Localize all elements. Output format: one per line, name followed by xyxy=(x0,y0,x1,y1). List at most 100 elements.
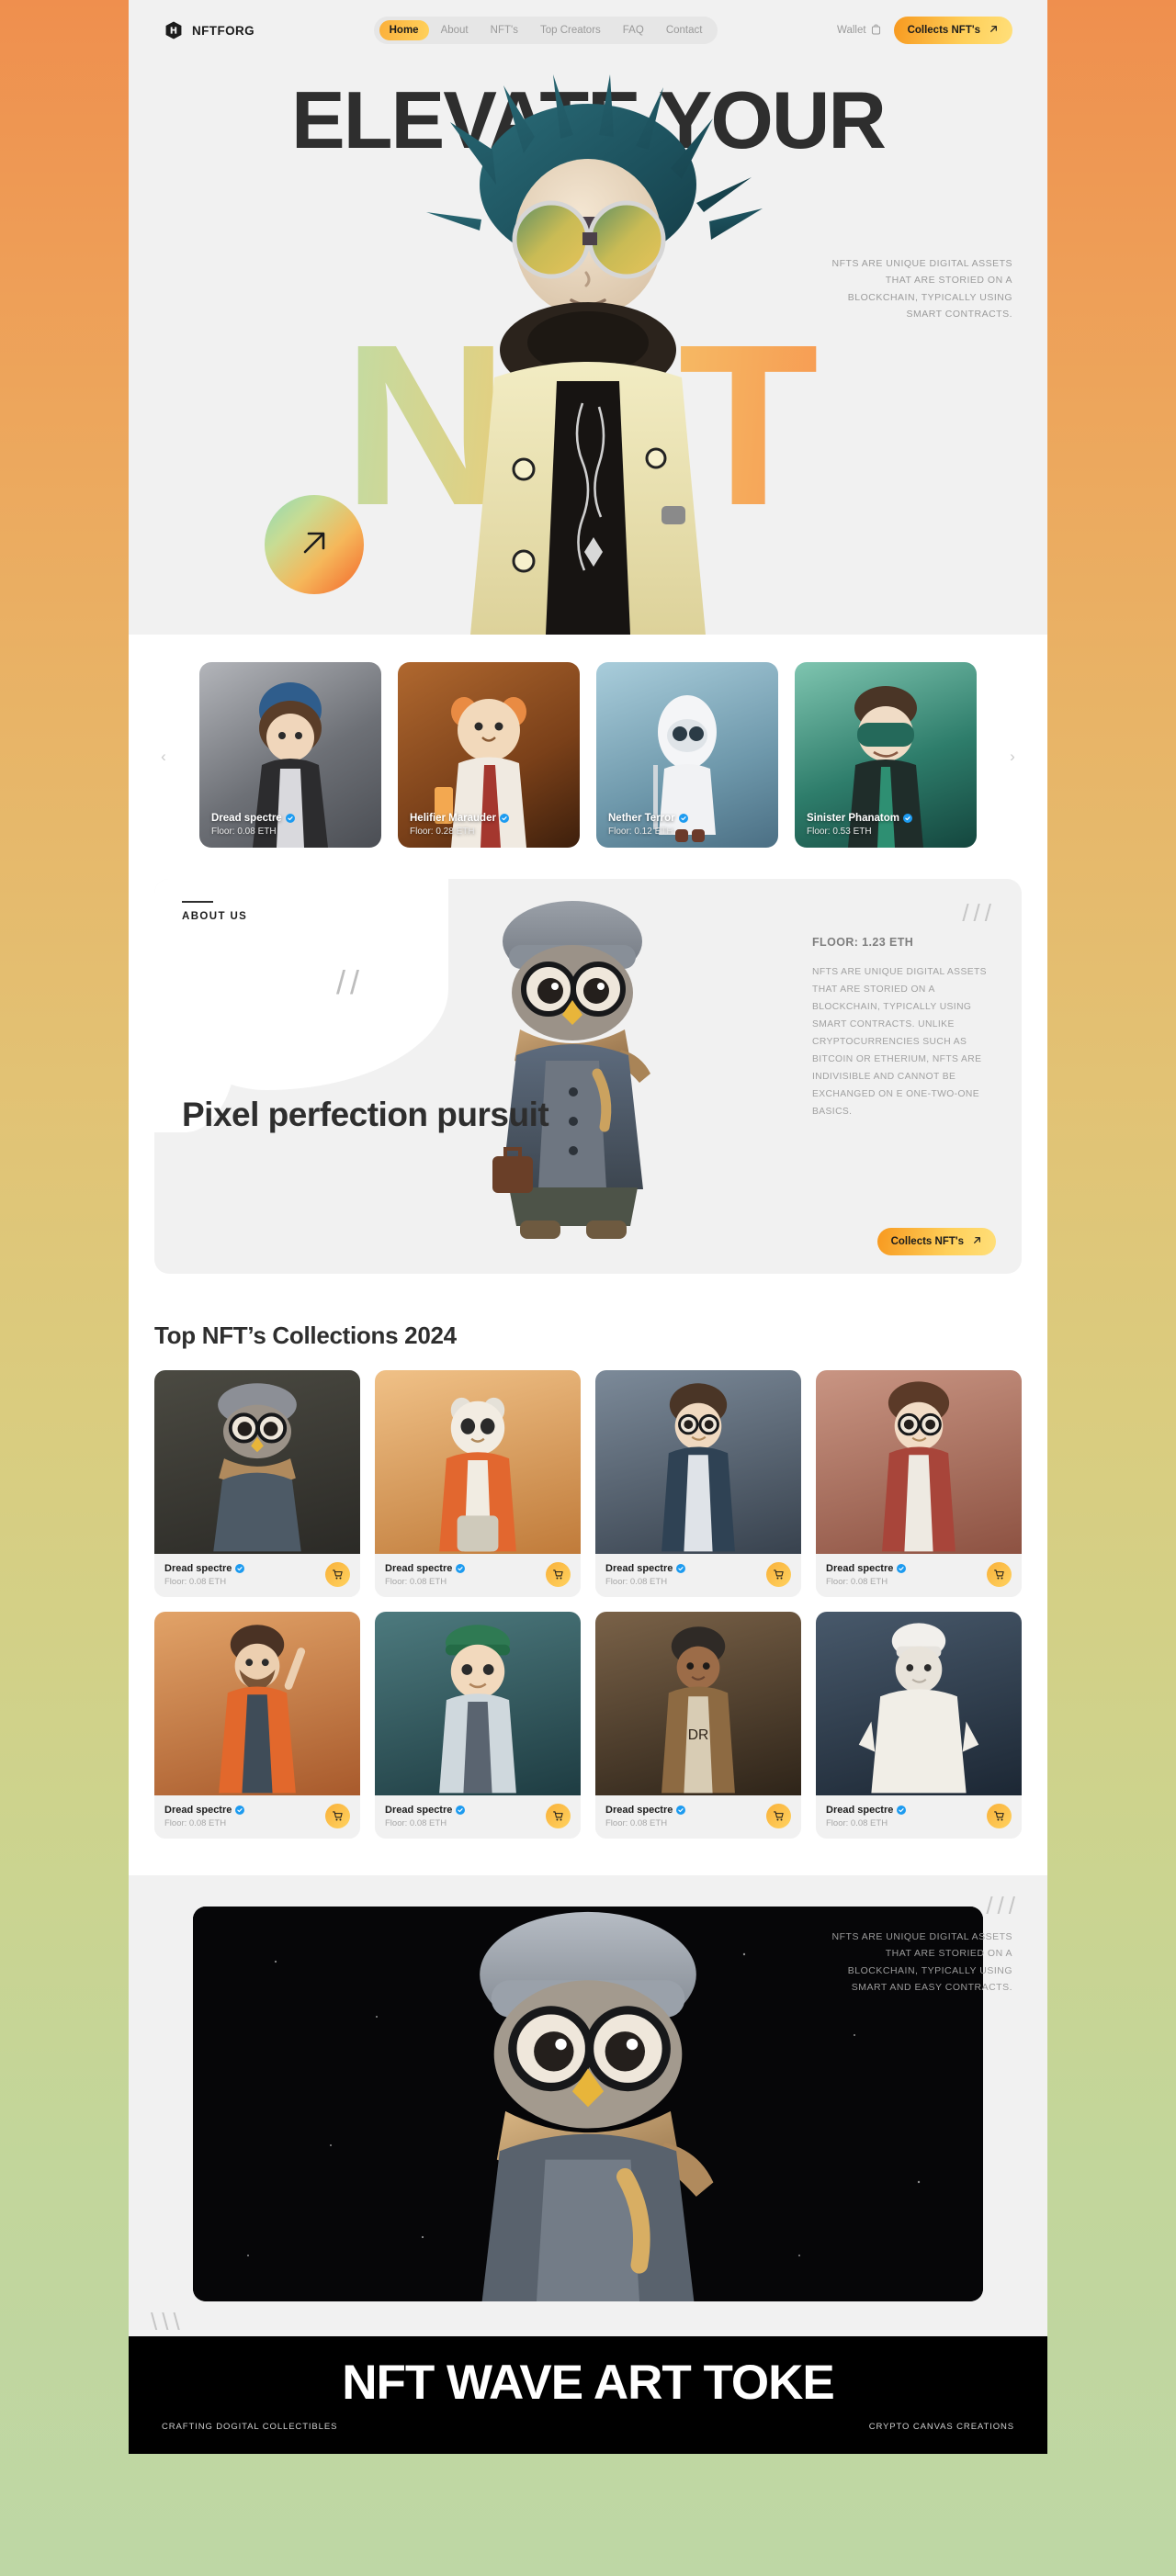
brand[interactable]: NFTFORG xyxy=(164,20,254,40)
showcase-slash-corner: /// xyxy=(986,1892,1020,1919)
footer-left-text: CRAFTING DOGITAL COLLECTIBLES xyxy=(162,2422,338,2432)
collection-card-name: Dread spectre xyxy=(385,1563,546,1574)
about-eyebrow-text: ABOUT US xyxy=(182,911,248,922)
add-to-cart-button[interactable] xyxy=(325,1562,350,1587)
collection-card-name: Dread spectre xyxy=(164,1563,325,1574)
featured-carousel: ‹ › Dread spectre Floor: 0.08 ETH Helifi… xyxy=(129,635,1047,879)
collection-card-text: Dread spectre Floor: 0.08 ETH xyxy=(605,1805,766,1828)
collection-card[interactable]: Dread spectre Floor: 0.08 ETH xyxy=(595,1370,801,1597)
chevron-right-icon[interactable]: › xyxy=(1002,747,1023,767)
add-to-cart-button[interactable] xyxy=(546,1562,571,1587)
collection-card-floor: Floor: 0.08 ETH xyxy=(826,1817,888,1828)
collection-card-meta: Dread spectre Floor: 0.08 ETH xyxy=(154,1554,360,1597)
nav-link-top-creators[interactable]: Top Creators xyxy=(530,20,611,40)
shopping-cart-icon xyxy=(774,1569,784,1580)
carousel-card[interactable]: Helifier Marauder Floor: 0.28 ETH xyxy=(398,662,580,848)
arrow-up-right-icon xyxy=(296,524,333,566)
add-to-cart-button[interactable] xyxy=(546,1804,571,1828)
nav-center: Home About NFT's Top Creators FAQ Contac… xyxy=(373,17,718,44)
collection-card[interactable]: Dread spectre Floor: 0.08 ETH xyxy=(816,1612,1022,1839)
collection-card-name: Dread spectre xyxy=(826,1805,987,1816)
nav-link-home[interactable]: Home xyxy=(379,20,429,40)
nav-link-faq[interactable]: FAQ xyxy=(613,20,654,40)
carousel-card-name: Nether Terror xyxy=(608,813,769,824)
collection-card-text: Dread spectre Floor: 0.08 ETH xyxy=(385,1805,546,1828)
carousel-card-floor: Floor: 0.53 ETH xyxy=(807,827,872,837)
about-floor-price: FLOOR: 1.23 ETH xyxy=(812,936,914,949)
nav-link-nfts[interactable]: NFT's xyxy=(481,20,528,40)
arrow-up-right-icon xyxy=(989,24,999,37)
verified-badge-icon xyxy=(897,1805,907,1815)
collection-card-meta: Dread spectre Floor: 0.08 ETH xyxy=(154,1795,360,1839)
footer-subrow: CRAFTING DOGITAL COLLECTIBLES CRYPTO CAN… xyxy=(162,2422,1014,2432)
verified-badge-icon xyxy=(499,814,509,823)
collection-card-name: Dread spectre xyxy=(385,1805,546,1816)
collection-card[interactable]: DR Dread spectre Floor: 0.08 ETH xyxy=(595,1612,801,1839)
carousel-card-floor: Floor: 0.08 ETH xyxy=(211,827,277,837)
collection-card-image: DR xyxy=(595,1612,801,1795)
collection-card-text: Dread spectre Floor: 0.08 ETH xyxy=(385,1563,546,1587)
add-to-cart-button[interactable] xyxy=(766,1804,791,1828)
nav-link-contact[interactable]: Contact xyxy=(656,20,713,40)
about-eyebrow: ABOUT US xyxy=(182,901,247,922)
about-cta-wrap: Collects NFT's xyxy=(876,1228,996,1255)
collection-card-image xyxy=(154,1612,360,1795)
about-slash-decoration: // xyxy=(336,963,365,1001)
collection-card-text: Dread spectre Floor: 0.08 ETH xyxy=(605,1563,766,1587)
collection-card-text: Dread spectre Floor: 0.08 ETH xyxy=(826,1805,987,1828)
add-to-cart-button[interactable] xyxy=(766,1562,791,1587)
shopping-cart-icon xyxy=(994,1569,1004,1580)
nav-link-about[interactable]: About xyxy=(431,20,479,40)
site-frame: NFTFORG Home About NFT's Top Creators FA… xyxy=(129,0,1047,2454)
showcase-paragraph: NFTS ARE UNIQUE DIGITAL ASSETS THAT ARE … xyxy=(831,1931,1012,1994)
collects-nft-label-nav: Collects NFT's xyxy=(907,25,980,36)
about-paragraph: NFTS ARE UNIQUE DIGITAL ASSETS THAT ARE … xyxy=(812,967,987,1118)
verified-badge-icon xyxy=(897,1563,907,1573)
collection-card-floor: Floor: 0.08 ETH xyxy=(605,1576,668,1587)
carousel-card-overlay: Dread spectre Floor: 0.08 ETH xyxy=(211,813,372,837)
carousel-card-name: Sinister Phanatom xyxy=(807,813,967,824)
collection-card[interactable]: Dread spectre Floor: 0.08 ETH xyxy=(154,1370,360,1597)
showcase-section: /// NFTS ARE UNIQUE DIGITAL ASSETS THAT … xyxy=(129,1875,1047,2454)
verified-badge-icon xyxy=(902,814,912,823)
collections-heading: Top NFT’s Collections 2024 xyxy=(154,1322,457,1349)
add-to-cart-button[interactable] xyxy=(987,1804,1012,1828)
footer: NFT WAVE ART TOKE CRAFTING DOGITAL COLLE… xyxy=(129,2336,1047,2454)
collects-nft-button-about[interactable]: Collects NFT's xyxy=(876,1228,996,1255)
brand-name: NFTFORG xyxy=(192,23,255,38)
collects-nft-button-nav[interactable]: Collects NFT's xyxy=(893,17,1012,44)
collection-card-floor: Floor: 0.08 ETH xyxy=(385,1576,447,1587)
carousel-card[interactable]: Dread spectre Floor: 0.08 ETH xyxy=(199,662,381,848)
collection-card[interactable]: Dread spectre Floor: 0.08 ETH xyxy=(154,1612,360,1839)
about-section: ABOUT US // /// Pixel perfection pursuit xyxy=(154,879,1022,1274)
wallet-button[interactable]: Wallet xyxy=(837,24,881,38)
collection-card-text: Dread spectre Floor: 0.08 ETH xyxy=(164,1805,325,1828)
collection-card-meta: Dread spectre Floor: 0.08 ETH xyxy=(816,1554,1022,1597)
collection-card-image xyxy=(154,1370,360,1554)
hero-paragraph: NFTS ARE UNIQUE DIGITAL ASSETS THAT ARE … xyxy=(831,258,1012,321)
nav-actions: Wallet Collects NFT's xyxy=(837,17,1012,44)
verified-badge-icon xyxy=(285,814,295,823)
carousel-track: Dread spectre Floor: 0.08 ETH Helifier M… xyxy=(129,662,1047,848)
about-slash-corner-decoration: /// xyxy=(962,899,996,927)
chevron-left-icon[interactable]: ‹ xyxy=(153,747,174,767)
collections-section: Top NFT’s Collections 2024 Dread spectre… xyxy=(129,1298,1047,1875)
shopping-cart-icon xyxy=(333,1811,343,1821)
carousel-card[interactable]: Sinister Phanatom Floor: 0.53 ETH xyxy=(795,662,977,848)
collection-card-floor: Floor: 0.08 ETH xyxy=(164,1576,227,1587)
collection-card[interactable]: Dread spectre Floor: 0.08 ETH xyxy=(375,1370,581,1597)
carousel-card-overlay: Nether Terror Floor: 0.12 ETH xyxy=(608,813,769,837)
add-to-cart-button[interactable] xyxy=(325,1804,350,1828)
collection-card-floor: Floor: 0.08 ETH xyxy=(826,1576,888,1587)
navbar: NFTFORG Home About NFT's Top Creators FA… xyxy=(129,0,1047,61)
carousel-card[interactable]: Nether Terror Floor: 0.12 ETH xyxy=(596,662,778,848)
add-to-cart-button[interactable] xyxy=(987,1562,1012,1587)
collection-card-meta: Dread spectre Floor: 0.08 ETH xyxy=(595,1554,801,1597)
verified-badge-icon xyxy=(235,1805,245,1815)
verified-badge-icon xyxy=(235,1563,245,1573)
carousel-card-name: Helifier Marauder xyxy=(410,813,571,824)
collection-card[interactable]: Dread spectre Floor: 0.08 ETH xyxy=(375,1612,581,1839)
collection-card[interactable]: Dread spectre Floor: 0.08 ETH xyxy=(816,1370,1022,1597)
hero-badge[interactable] xyxy=(265,495,364,594)
collection-card-meta: Dread spectre Floor: 0.08 ETH xyxy=(375,1554,581,1597)
